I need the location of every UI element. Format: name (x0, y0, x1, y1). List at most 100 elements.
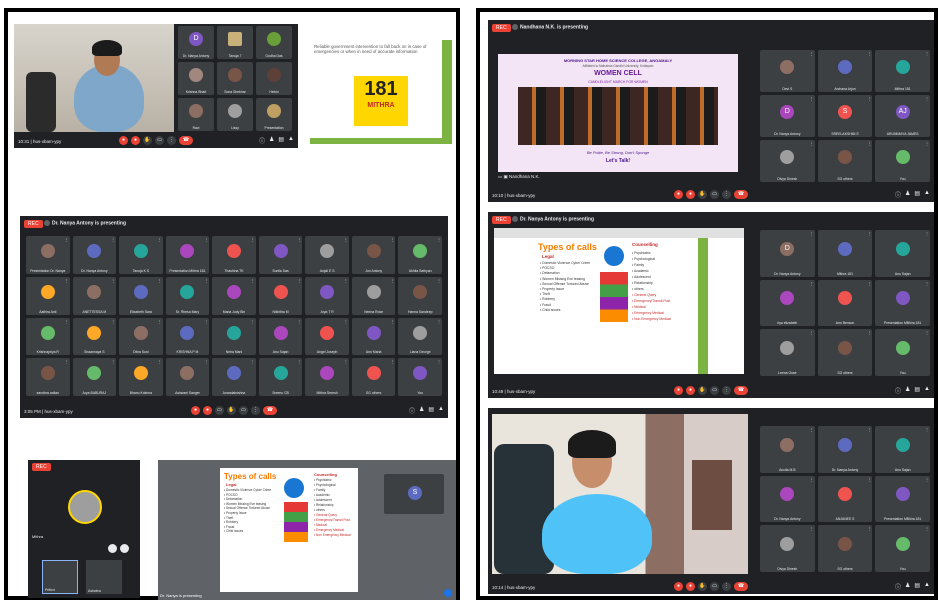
participant-tile[interactable]: ⋮ Hanna Sandeep (398, 276, 442, 315)
participant-tile[interactable]: ⋮ riya elizabeth (760, 279, 815, 327)
participant-tile[interactable]: ⋮ SG others (351, 358, 396, 396)
raise-hand-button[interactable]: ✋ (698, 190, 707, 199)
participant-tile[interactable]: ⋮ ANETTESSA M (72, 276, 117, 315)
participant-tile[interactable]: Tanuja 7 (217, 26, 253, 59)
chat-icon[interactable]: ▤ (914, 386, 920, 395)
participant-tile[interactable]: ⋮ Bhanu Krishna (119, 358, 163, 396)
self-view[interactable]: Prithvi (42, 560, 78, 594)
participant-tile[interactable]: Presentation (256, 98, 292, 131)
participant-tile[interactable]: ⋮ Thashina TK (212, 236, 256, 274)
participant-tile[interactable]: ⋮ Sr. Rhesa Mary (165, 276, 210, 315)
participant-tile[interactable]: ⋮ Sunila Das (258, 236, 303, 274)
participant-tile[interactable]: ⋮ Presentation MBhira 181 (875, 279, 930, 327)
more-options-button[interactable]: ⋮ (251, 406, 260, 415)
participant-tile[interactable]: ⋮ SG others (817, 140, 873, 182)
participant-tile[interactable]: ⋮ Liana George (398, 317, 442, 356)
participant-tile[interactable]: ⋮ Arya T R (305, 276, 349, 315)
info-icon[interactable]: ⓘ (409, 406, 415, 415)
participant-tile[interactable]: ⋮ Sreenu CB (258, 358, 303, 396)
participant-tile[interactable]: ⋮ Leena Ouse (760, 329, 815, 376)
participant-tile[interactable]: ⋮ Dr. Nanya Antony (72, 236, 117, 274)
end-call-button[interactable]: ☎ (734, 190, 748, 199)
more-options-button[interactable]: ⋮ (167, 136, 176, 145)
participant-tile[interactable]: D Dr. Nanya Antony (178, 26, 214, 59)
activities-icon[interactable]: ▲ (438, 406, 444, 415)
participant-tile[interactable]: ⋮ Ashwani Sanger (165, 358, 210, 396)
mic-off-button[interactable]: ● (674, 386, 683, 395)
present-button[interactable]: ▭ (710, 386, 719, 395)
participant-tile[interactable]: ⋮ Dr. Nanya Antony (760, 475, 815, 523)
activities-icon[interactable]: ▲ (924, 582, 930, 591)
present-button[interactable]: ▭ (155, 136, 164, 145)
participant-tile[interactable]: D ⋮ Dr. Nanya Antony (760, 230, 815, 277)
info-icon[interactable]: ⓘ (259, 136, 265, 145)
fullscreen-button[interactable] (444, 589, 452, 597)
end-call-button[interactable]: ☎ (734, 582, 748, 591)
mic-off-button[interactable]: ● (191, 406, 200, 415)
raise-hand-button[interactable]: ✋ (227, 406, 236, 415)
other-view[interactable]: Ashwinu (86, 560, 122, 594)
participant-tile[interactable]: ⋮ Tanuja K S (119, 236, 163, 274)
participant-tile[interactable]: Godha Das (256, 26, 292, 59)
raise-hand-button[interactable]: ✋ (698, 582, 707, 591)
participant-tile[interactable]: AJ ⋮ ARUNIMAYA JAMES (875, 95, 930, 137)
participant-tile[interactable]: ⋮ Akhila Sathyan (398, 236, 442, 274)
participant-tile[interactable]: ⋮ Mithra 181 (817, 230, 873, 277)
info-icon[interactable]: ⓘ (895, 190, 901, 199)
participant-tile[interactable]: ⋮ Presentation Dr. Nanya (26, 236, 70, 274)
participant-tile[interactable]: ⋮ Presentation MBhira 181 (875, 475, 930, 523)
participant-tile[interactable]: D ⋮ Dr. Nanya Antony (760, 95, 815, 137)
people-icon[interactable]: ♟ (905, 582, 910, 591)
chat-icon[interactable]: ▤ (914, 190, 920, 199)
info-icon[interactable]: ⓘ (895, 582, 901, 591)
more-options-button[interactable]: ⋮ (722, 386, 731, 395)
participant-tile[interactable]: ⋮ Dr. Nanya Antony (817, 426, 873, 473)
participant-tile[interactable]: ⋮ Anu Sajan (875, 426, 930, 473)
activities-icon[interactable]: ▲ (924, 190, 930, 199)
participant-tile[interactable]: ⋮ Divya Dinesh (760, 525, 815, 572)
participant-tile[interactable]: ⋮ Aathira Anil (26, 276, 70, 315)
participant-tile[interactable]: ⋮ Shaannaya S (72, 317, 117, 356)
participant-tile[interactable]: ⋮ Jon Antony (351, 236, 396, 274)
participant-tile[interactable]: Helvin (256, 62, 292, 95)
people-icon[interactable]: ♟ (905, 386, 910, 395)
participant-tile[interactable]: ⋮ ANJANEE S (817, 475, 873, 523)
participant-tile[interactable]: ⋮ Nikhitha M (258, 276, 303, 315)
end-call-button[interactable]: ☎ (179, 136, 193, 145)
participant-tile[interactable]: ⋮ Anu Sajan (258, 317, 303, 356)
participant-tile[interactable]: ⋮ Ann Maria (351, 317, 396, 356)
participant-tile[interactable]: ⋮ You (875, 329, 930, 376)
camera-off-button[interactable]: ● (203, 406, 212, 415)
participant-tile[interactable]: ⋮ Divya Dinesh (760, 140, 815, 182)
participant-tile[interactable]: ⋮ Mithra 181 (875, 50, 930, 92)
participant-tile[interactable]: ⋮ Anandakrishna (212, 358, 256, 396)
participant-tile[interactable]: ⋮ SG others (817, 329, 873, 376)
mic-off-button[interactable]: ● (119, 136, 128, 145)
activities-icon[interactable]: ▲ (288, 136, 294, 145)
participant-tile[interactable]: Ravi (178, 98, 214, 131)
chat-icon[interactable]: ▤ (914, 582, 920, 591)
info-icon[interactable]: ⓘ (895, 386, 901, 395)
end-call-button[interactable]: ☎ (734, 386, 748, 395)
participant-tile[interactable]: ⋮ You (875, 140, 930, 182)
participant-tile[interactable]: ⋮ You (398, 358, 442, 396)
present-button[interactable]: ▭ (710, 582, 719, 591)
camera-button[interactable] (120, 544, 129, 553)
end-call-button[interactable]: ☎ (263, 406, 277, 415)
people-icon[interactable]: ♟ (269, 136, 274, 145)
participant-tile[interactable]: Lissy (217, 98, 253, 131)
participant-tile[interactable]: ⋮ Angel Joseph (305, 317, 349, 356)
participant-tile[interactable]: S ⋮ SREELAKSHMI S (817, 95, 873, 137)
raise-hand-button[interactable]: ✋ (698, 386, 707, 395)
participant-tile[interactable]: ⋮ You (875, 525, 930, 572)
participant-tile[interactable]: ⋮ Anjali E S (305, 236, 349, 274)
participant-tile[interactable]: Krishna Bhatt (178, 62, 214, 95)
people-icon[interactable]: ♟ (905, 190, 910, 199)
mic-button[interactable] (108, 544, 117, 553)
camera-off-button[interactable]: ● (686, 582, 695, 591)
activities-icon[interactable]: ▲ (924, 386, 930, 395)
participant-tile[interactable]: ⋮ Devi S (760, 50, 815, 92)
participant-tile[interactable]: ⋮ Anu Sajan (875, 230, 930, 277)
participant-tile[interactable]: ⋮ Krishnapriya R (26, 317, 70, 356)
more-options-button[interactable]: ⋮ (722, 190, 731, 199)
